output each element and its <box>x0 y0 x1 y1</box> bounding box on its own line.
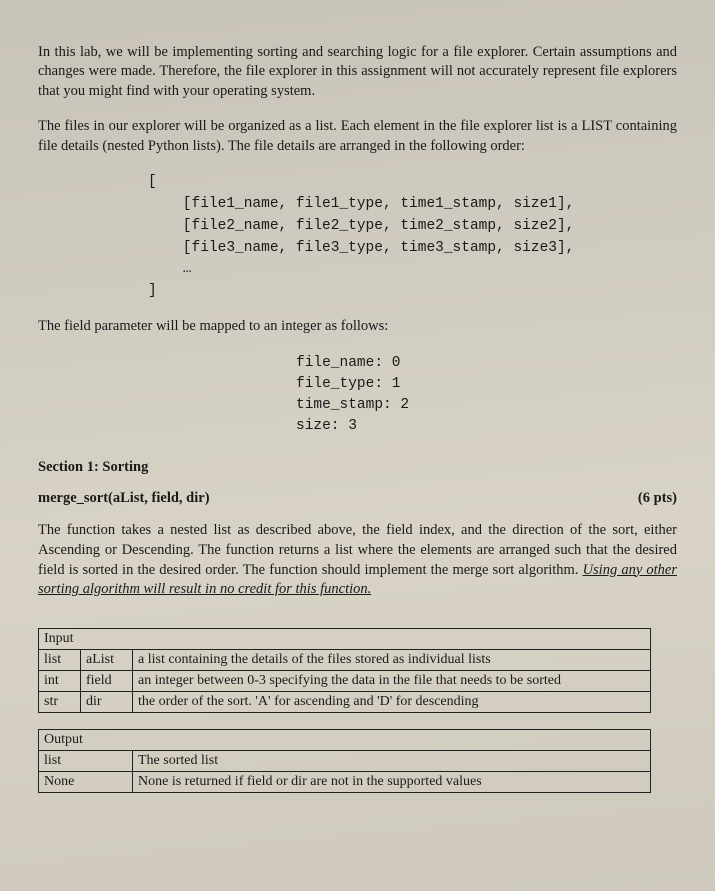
output-type-cell: None <box>39 771 133 792</box>
points-label: (6 pts) <box>638 490 677 507</box>
function-description-text: The function takes a nested list as desc… <box>38 522 677 577</box>
input-row: str dir the order of the sort. 'A' for a… <box>39 691 651 712</box>
function-description: The function takes a nested list as desc… <box>38 521 677 599</box>
section-1-heading: Section 1: Sorting <box>38 459 677 476</box>
output-table: Output list The sorted list None None is… <box>38 729 651 793</box>
input-row: int field an integer between 0-3 specify… <box>39 670 651 691</box>
intro-paragraph-2: The files in our explorer will be organi… <box>38 117 677 156</box>
output-header: Output <box>39 729 651 750</box>
input-type-cell: int <box>39 670 81 691</box>
output-desc-cell: None is returned if field or dir are not… <box>133 771 651 792</box>
input-row: list aList a list containing the details… <box>39 649 651 670</box>
output-row: list The sorted list <box>39 750 651 771</box>
field-map-intro: The field parameter will be mapped to an… <box>38 317 677 337</box>
input-desc-cell: a list containing the details of the fil… <box>133 649 651 670</box>
input-type-cell: list <box>39 649 81 670</box>
assignment-page: In this lab, we will be implementing sor… <box>0 0 715 829</box>
input-name-cell: dir <box>81 691 133 712</box>
function-signature: merge_sort(aList, field, dir) <box>38 490 210 507</box>
intro-paragraph-1: In this lab, we will be implementing sor… <box>38 43 677 102</box>
output-type-cell: list <box>39 750 133 771</box>
file-list-codeblock: [ [file1_name, file1_type, time1_stamp, … <box>148 172 677 303</box>
field-map-codeblock: file_name: 0 file_type: 1 time_stamp: 2 … <box>296 353 677 437</box>
output-header-row: Output <box>39 729 651 750</box>
input-type-cell: str <box>39 691 81 712</box>
output-desc-cell: The sorted list <box>133 750 651 771</box>
input-table: Input list aList a list containing the d… <box>38 628 651 713</box>
input-header-row: Input <box>39 628 651 649</box>
function-signature-row: merge_sort(aList, field, dir) (6 pts) <box>38 490 677 507</box>
input-desc-cell: the order of the sort. 'A' for ascending… <box>133 691 651 712</box>
input-header: Input <box>39 628 651 649</box>
input-name-cell: field <box>81 670 133 691</box>
output-row: None None is returned if field or dir ar… <box>39 771 651 792</box>
input-name-cell: aList <box>81 649 133 670</box>
input-desc-cell: an integer between 0-3 specifying the da… <box>133 670 651 691</box>
